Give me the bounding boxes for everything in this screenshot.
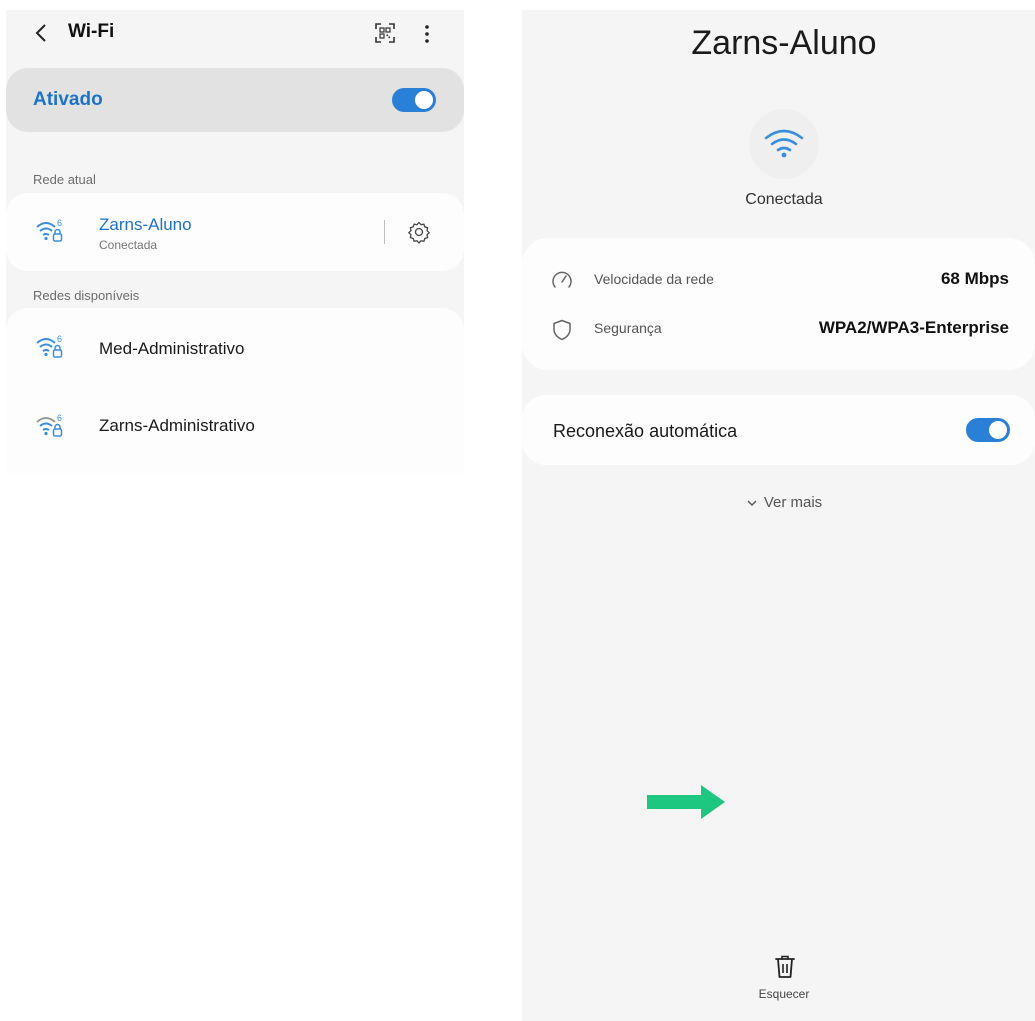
security-value: WPA2/WPA3-Enterprise xyxy=(818,318,1009,337)
current-network-section-label: Rede atual xyxy=(33,172,96,187)
qr-code-icon[interactable] xyxy=(374,22,396,44)
wifi-icon xyxy=(764,129,804,158)
speed-value: 68 Mbps xyxy=(940,269,1009,288)
see-more-button[interactable]: Ver mais xyxy=(522,494,1035,511)
wifi-list-screen: Wi-Fi Ativado Rede atual 6 Zarns-Aluno C… xyxy=(6,10,464,474)
header: Wi-Fi xyxy=(6,10,464,60)
network-name: Zarns-Administrativo xyxy=(99,416,255,435)
wifi-toggle-switch[interactable] xyxy=(392,88,436,112)
wifi-6-lock-icon: 6 xyxy=(36,218,63,242)
current-network-row[interactable]: 6 Zarns-Aluno Conectada xyxy=(6,193,464,271)
network-details-screen: Zarns-Aluno Conectada Velocidade da rede… xyxy=(522,10,1035,1021)
more-vert-icon[interactable] xyxy=(420,22,434,46)
current-network-status: Conectada xyxy=(99,238,158,252)
auto-reconnect-switch[interactable] xyxy=(966,418,1010,442)
available-networks-list: 6 Med-Administrativo 6 Zarns-Administrat… xyxy=(6,308,464,474)
security-label: Segurança xyxy=(594,320,662,336)
divider xyxy=(384,220,385,244)
current-network-name: Zarns-Aluno xyxy=(99,215,192,234)
network-info-card: Velocidade da rede 68 Mbps Segurança WPA… xyxy=(522,238,1035,370)
trash-icon[interactable] xyxy=(774,954,796,980)
shield-icon xyxy=(553,319,571,341)
svg-text:6: 6 xyxy=(57,334,62,344)
back-icon[interactable] xyxy=(32,22,50,44)
page-title: Wi-Fi xyxy=(68,21,115,42)
svg-text:6: 6 xyxy=(57,413,62,423)
network-name: Med-Administrativo xyxy=(99,339,245,358)
wifi-6-lock-icon: 6 xyxy=(36,413,63,437)
wifi-toggle-label: Ativado xyxy=(33,89,103,110)
chevron-down-icon xyxy=(747,500,757,507)
available-networks-section-label: Redes disponíveis xyxy=(33,288,140,303)
wifi-toggle-row[interactable]: Ativado xyxy=(6,68,464,132)
network-row-med-administrativo[interactable]: 6 Med-Administrativo xyxy=(6,308,464,386)
auto-reconnect-label: Reconexão automática xyxy=(553,421,738,441)
see-more-label: Ver mais xyxy=(763,494,823,511)
network-row-zarns-administrativo[interactable]: 6 Zarns-Administrativo xyxy=(6,386,464,464)
green-arrow-icon xyxy=(647,785,725,819)
wifi-6-lock-icon: 6 xyxy=(36,334,63,358)
gear-icon[interactable] xyxy=(407,220,431,244)
speedometer-icon xyxy=(552,271,572,288)
speed-label: Velocidade da rede xyxy=(594,271,714,287)
forget-label[interactable]: Esquecer xyxy=(522,987,1035,1001)
network-title: Zarns-Aluno xyxy=(691,24,877,62)
auto-reconnect-row[interactable]: Reconexão automática xyxy=(522,395,1035,465)
connection-status: Conectada xyxy=(745,191,823,208)
svg-text:6: 6 xyxy=(57,218,62,228)
